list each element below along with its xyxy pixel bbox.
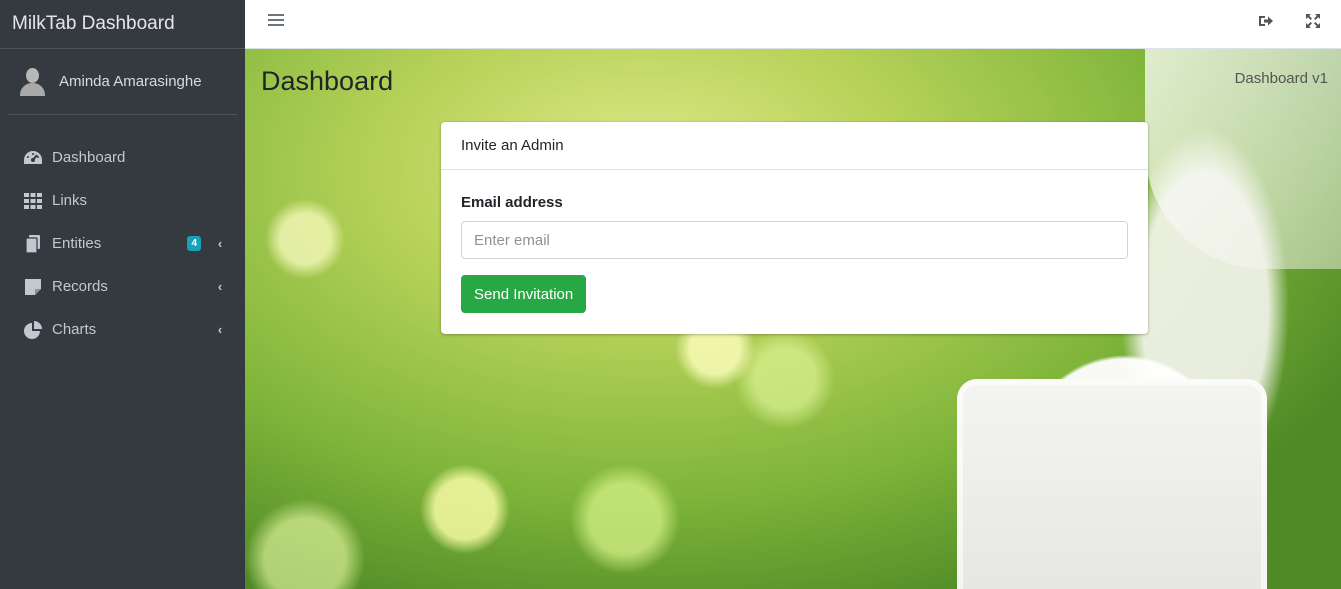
brand-title[interactable]: MilkTab Dashboard	[0, 0, 245, 49]
sidebar-item-label: Records	[52, 278, 108, 295]
sidebar-item-label: Links	[52, 192, 88, 209]
card-title: Invite an Admin	[441, 122, 1148, 170]
expand-icon[interactable]	[1304, 12, 1322, 30]
sidebar-item-links[interactable]: Links	[8, 179, 237, 222]
sidebar-item-entities[interactable]: Entities 4 ‹	[8, 222, 237, 265]
copy-icon	[23, 234, 43, 253]
page-title: Dashboard	[261, 66, 394, 96]
main-content: Dashboard Dashboard v1 Invite an Admin E…	[245, 49, 1341, 589]
user-panel[interactable]: Aminda Amarasinghe	[8, 49, 237, 115]
sidebar-item-label: Dashboard	[52, 149, 126, 166]
send-invitation-button[interactable]: Send Invitation	[461, 275, 587, 313]
grid-icon	[23, 192, 43, 210]
pie-chart-icon	[23, 320, 43, 339]
chevron-left-icon[interactable]: ‹	[215, 236, 225, 251]
card-body: Email address Send Invitation	[441, 170, 1148, 313]
hamburger-menu-icon[interactable]	[268, 14, 284, 28]
email-input[interactable]	[461, 221, 1128, 259]
email-label: Email address	[461, 194, 563, 211]
chevron-left-icon[interactable]: ‹	[215, 322, 225, 337]
sidebar-item-label: Entities	[52, 235, 102, 252]
sticky-note-icon	[23, 278, 43, 296]
sidebar-nav: Dashboard Links Entities 4 ‹ Records ‹ C…	[0, 136, 245, 351]
entities-count-badge: 4	[187, 236, 201, 251]
top-navbar	[245, 0, 1341, 49]
breadcrumb: Dashboard v1	[1234, 70, 1328, 87]
sign-out-icon[interactable]	[1257, 12, 1275, 30]
sidebar: MilkTab Dashboard Aminda Amarasinghe Das…	[0, 0, 245, 589]
tachometer-icon	[23, 149, 43, 167]
sidebar-item-dashboard[interactable]: Dashboard	[8, 136, 237, 179]
user-name[interactable]: Aminda Amarasinghe	[59, 73, 202, 90]
invite-admin-card: Invite an Admin Email address Send Invit…	[441, 122, 1148, 334]
avatar	[18, 67, 47, 96]
sidebar-item-charts[interactable]: Charts ‹	[8, 308, 237, 351]
sidebar-item-records[interactable]: Records ‹	[8, 265, 237, 308]
chevron-left-icon[interactable]: ‹	[215, 279, 225, 294]
sidebar-item-label: Charts	[52, 321, 97, 338]
